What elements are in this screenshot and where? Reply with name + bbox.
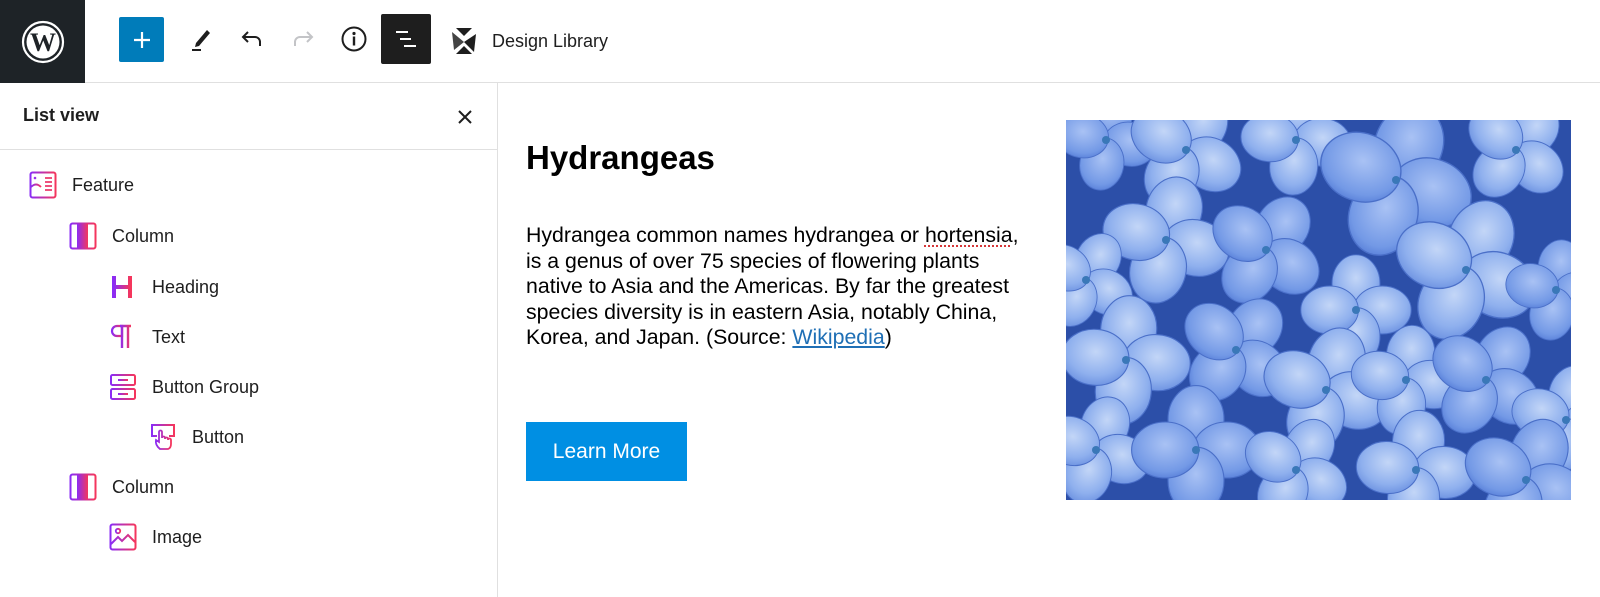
flower-center — [1552, 286, 1560, 294]
flower-center — [1192, 446, 1200, 454]
plus-icon — [133, 31, 150, 48]
paragraph-icon — [108, 322, 138, 352]
flower-center — [1292, 466, 1300, 474]
image-icon — [108, 522, 138, 552]
tree-item-text[interactable]: Text — [108, 317, 185, 357]
tree-item-feature[interactable]: Feature — [28, 165, 134, 205]
redo-button[interactable] — [278, 14, 328, 64]
button-group-icon — [108, 372, 138, 402]
list-view-header: List view — [0, 83, 497, 150]
flower-center — [1512, 146, 1520, 154]
tree-item-label: Column — [112, 225, 175, 246]
tree-item-label: Image — [152, 526, 203, 547]
button-icon — [148, 422, 178, 452]
design-library-icon — [452, 28, 476, 54]
feature-paragraph[interactable]: Hydrangea common names hydrangea or hort… — [526, 223, 1031, 351]
redo-icon — [294, 31, 314, 46]
editor-canvas: Hydrangeas Hydrangea common names hydran… — [498, 83, 1600, 597]
tree-item-label: Column — [112, 476, 175, 497]
close-list-view-button[interactable] — [451, 103, 479, 131]
flower-center — [1322, 386, 1330, 394]
tree-item-image[interactable]: Image — [108, 517, 202, 557]
feature-heading[interactable]: Hydrangeas — [526, 139, 715, 177]
pencil-icon — [192, 30, 210, 51]
flower-center — [1522, 476, 1530, 484]
tree-item-label: Heading — [152, 276, 220, 297]
tree-item-label: Button Group — [152, 376, 260, 397]
column-icon — [68, 221, 98, 251]
tree-item-column[interactable]: Column — [68, 467, 174, 507]
heading-icon — [108, 272, 138, 302]
add-block-button[interactable] — [119, 17, 164, 62]
list-view-title: List view — [23, 105, 100, 125]
tree-item-label: Button — [192, 426, 245, 447]
flower-center — [1462, 266, 1470, 274]
undo-icon — [241, 31, 261, 46]
misspelled-word: hortensia — [924, 223, 1013, 247]
list-view-button[interactable] — [381, 14, 431, 64]
wordpress-logo-icon: W — [21, 20, 64, 63]
learn-more-button[interactable]: Learn More — [526, 422, 687, 481]
flower-center — [1392, 176, 1400, 184]
list-view-icon — [396, 31, 416, 47]
flower-center — [1402, 376, 1410, 384]
flower-center — [1232, 346, 1240, 354]
flower-center — [1482, 376, 1490, 384]
tree-item-button[interactable]: Button — [148, 417, 244, 457]
flower-center — [1122, 356, 1130, 364]
flower-center — [1182, 146, 1190, 154]
tree-item-label: Text — [152, 326, 186, 347]
flower-center — [1562, 416, 1570, 424]
flower-center — [1262, 246, 1270, 254]
flower-center — [1092, 446, 1100, 454]
details-button[interactable] — [329, 14, 379, 64]
flower-center — [1102, 136, 1110, 144]
wikipedia-link[interactable]: Wikipedia — [792, 325, 884, 349]
feature-icon — [28, 170, 58, 200]
hydrangea-photo — [1066, 120, 1571, 500]
flower-center — [1082, 276, 1090, 284]
info-icon — [341, 26, 367, 52]
flower-center — [1412, 466, 1420, 474]
tree-item-column[interactable]: Column — [68, 216, 174, 256]
close-icon — [458, 110, 472, 124]
tree-item-button-group[interactable]: Button Group — [108, 367, 259, 407]
undo-button[interactable] — [227, 14, 277, 64]
list-view-panel: List view Feature Column Heading Text Bu… — [0, 83, 498, 597]
flower-center — [1352, 306, 1360, 314]
flower-center — [1162, 236, 1170, 244]
editor-toolbar: W Design Library — [0, 0, 1600, 83]
paragraph-text-end: ) — [884, 325, 892, 349]
feature-image[interactable] — [1066, 120, 1571, 500]
flower-center — [1292, 136, 1300, 144]
tree-item-label: Feature — [72, 174, 135, 195]
column-icon — [68, 472, 98, 502]
design-library-button[interactable]: Design Library — [450, 22, 608, 60]
wordpress-logo-button[interactable]: W — [0, 0, 85, 83]
tools-button[interactable] — [176, 14, 226, 64]
design-library-label: Design Library — [492, 30, 609, 51]
tree-item-heading[interactable]: Heading — [108, 267, 219, 307]
paragraph-text-start: Hydrangea common names hydrangea or — [526, 223, 925, 247]
svg-text:W: W — [30, 28, 56, 57]
